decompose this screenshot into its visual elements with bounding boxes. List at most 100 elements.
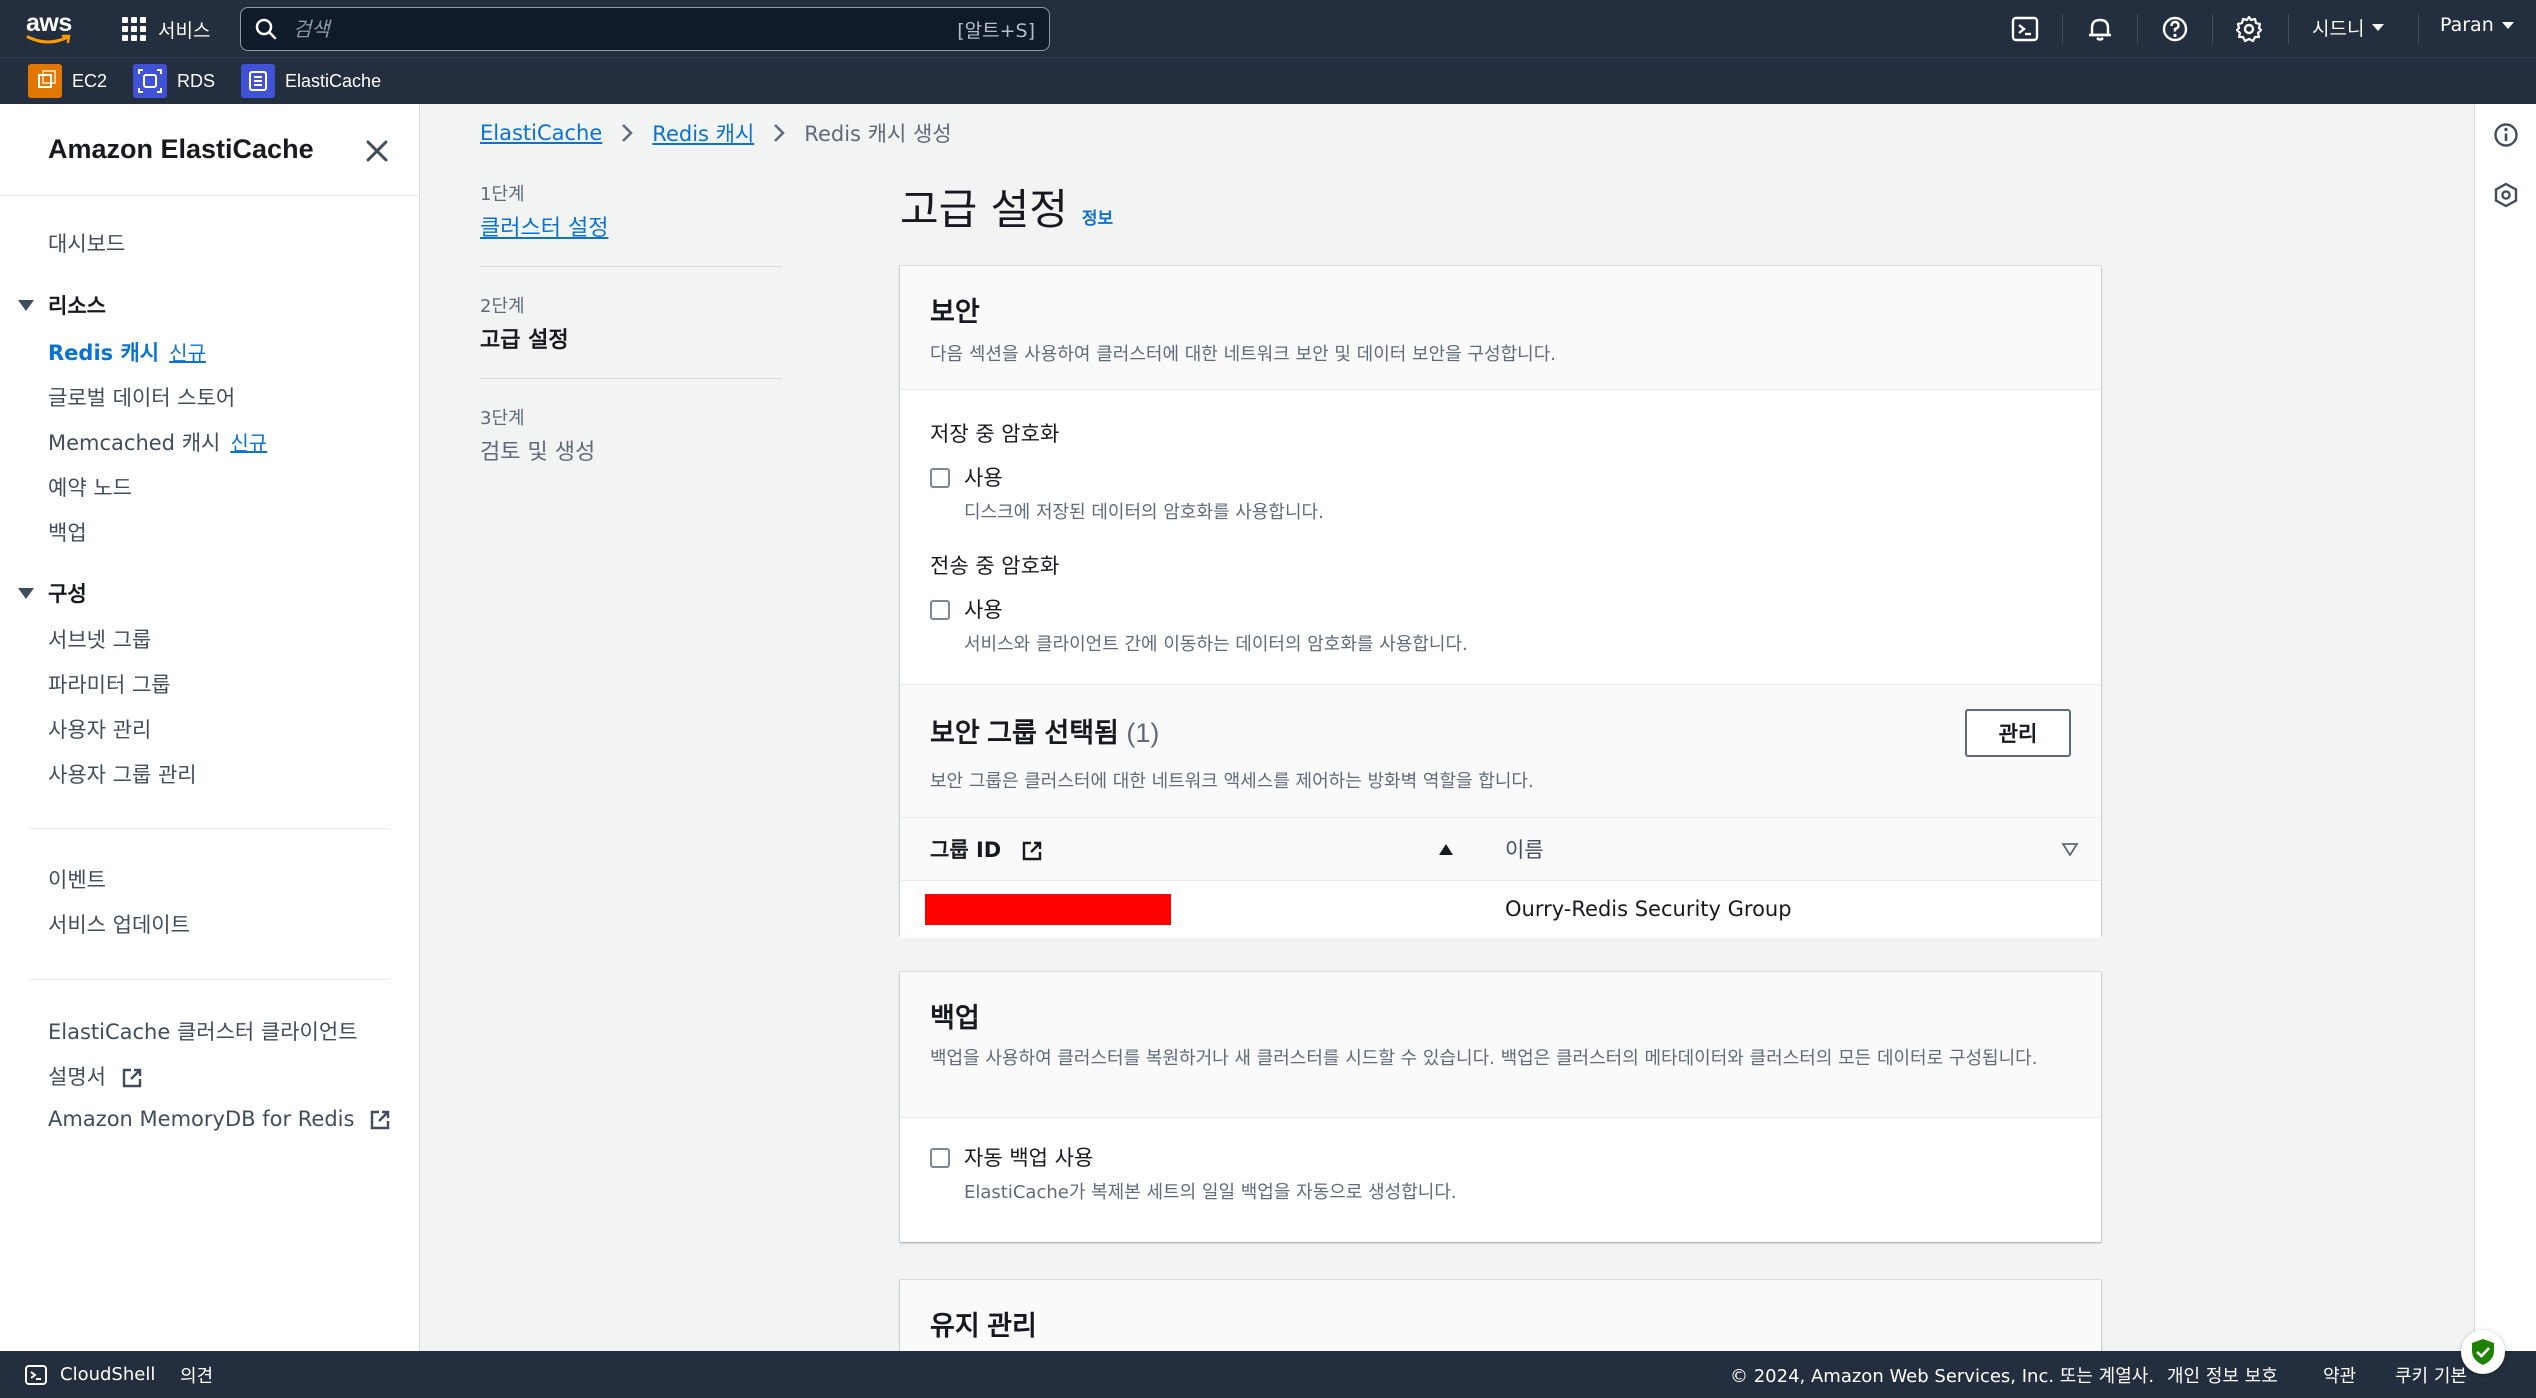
step-2-label: 2단계 — [480, 296, 525, 317]
checkbox-description: ElastiCache가 복제본 세트의 일일 백업을 자동으로 생성합니다. — [964, 1182, 1457, 1203]
security-groups-title: 보안 그룹 선택됨 (1) — [930, 711, 1159, 750]
step-3-review-and-create: 검토 및 생성 — [480, 440, 596, 465]
tools-rail — [2474, 104, 2536, 1351]
new-badge[interactable]: 신규 — [169, 341, 206, 365]
nav-item-global-datastore[interactable]: 글로벌 데이터 스토어 — [48, 382, 235, 412]
security-groups-description: 보안 그룹은 클러스터에 대한 네트워크 액세스를 제어하는 방화벽 역할을 합… — [930, 771, 1534, 792]
sort-ascending-icon[interactable] — [1437, 842, 1455, 856]
favorites-bar: EC2 RDS ElastiCache — [0, 57, 2536, 104]
account-menu[interactable]: Paran — [2440, 14, 2514, 36]
terms-link[interactable]: 약관 — [2323, 1362, 2356, 1388]
cloudshell-icon — [25, 1364, 47, 1385]
privacy-link[interactable]: 개인 정보 보호 — [2167, 1362, 2278, 1388]
nav-item-cluster-client[interactable]: ElastiCache 클러스터 클라이언트 — [48, 1016, 358, 1046]
expand-triangle-icon — [18, 587, 34, 599]
nav-item-events[interactable]: 이벤트 — [48, 864, 106, 894]
checkbox-description: 디스크에 저장된 데이터의 암호화를 사용합니다. — [964, 502, 1324, 523]
breadcrumb-elasticache[interactable]: ElastiCache — [480, 121, 602, 145]
search-input[interactable] — [293, 17, 958, 41]
auto-backup-option[interactable]: 자동 백업 사용 ElastiCache가 복제본 세트의 일일 백업을 자동으… — [930, 1142, 1457, 1204]
search-bar[interactable]: [알트+S] — [240, 7, 1050, 51]
help-icon[interactable] — [2160, 14, 2190, 44]
cookie-preferences-link[interactable]: 쿠키 기본 — [2395, 1362, 2467, 1388]
nav-item-memorydb[interactable]: Amazon MemoryDB for Redis — [48, 1107, 391, 1131]
tutorial-panel-icon[interactable] — [2493, 182, 2519, 208]
checkbox-label: 사용 — [964, 598, 1003, 622]
new-badge[interactable]: 신규 — [230, 431, 267, 455]
nav-section-configurations[interactable]: 구성 — [18, 578, 87, 608]
favorite-label: EC2 — [72, 70, 108, 91]
encryption-in-transit-option[interactable]: 사용 서비스와 클라이언트 간에 이동하는 데이터의 암호화를 사용합니다. — [930, 594, 1468, 656]
notifications-bell-icon[interactable] — [2085, 14, 2115, 44]
external-link-icon — [122, 1068, 141, 1088]
feedback-link[interactable]: 의견 — [180, 1362, 213, 1388]
elasticache-icon — [241, 64, 276, 98]
copyright-text: © 2024, Amazon Web Services, Inc. 또는 계열사… — [1730, 1365, 2155, 1387]
nav-item-memcached-caches[interactable]: Memcached 캐시 신규 — [48, 427, 267, 457]
table-row: Ourry-Redis Security Group — [900, 880, 2101, 938]
favorite-elasticache[interactable]: ElastiCache — [241, 64, 381, 98]
aws-logo-text: aws — [26, 9, 72, 37]
table-header-row: 그룹 ID 이름 — [900, 818, 2101, 881]
sort-icon[interactable] — [2061, 842, 2079, 856]
nav-item-user-management[interactable]: 사용자 관리 — [48, 714, 151, 744]
security-shield-badge[interactable] — [2461, 1330, 2505, 1374]
security-groups-table: 그룹 ID 이름 Ourry-Redis Security Group — [900, 817, 2101, 938]
region-selector[interactable]: 시드니 — [2312, 14, 2385, 41]
backup-panel-header: 백업 백업을 사용하여 클러스터를 복원하거나 새 클러스터를 시드할 수 있습… — [900, 972, 2101, 1118]
cloudshell-icon[interactable] — [2010, 14, 2040, 44]
column-header-group-id[interactable]: 그룹 ID — [900, 818, 1475, 881]
nav-item-parameter-groups[interactable]: 파라미터 그룹 — [48, 669, 171, 699]
nav-item-label: Redis 캐시 — [48, 341, 160, 365]
breadcrumb-redis-caches[interactable]: Redis 캐시 — [652, 118, 754, 148]
nav-item-redis-caches[interactable]: Redis 캐시 신규 — [48, 337, 206, 367]
nav-section-resources[interactable]: 리소스 — [18, 290, 106, 320]
auto-backup-checkbox[interactable] — [930, 1148, 950, 1168]
step-1-cluster-settings-link[interactable]: 클러스터 설정 — [480, 210, 608, 242]
checkbox-label: 사용 — [964, 466, 1003, 490]
cloudshell-button[interactable]: CloudShell — [24, 1363, 155, 1387]
nav-item-documentation[interactable]: 설명서 — [48, 1061, 143, 1091]
side-navigation: Amazon ElastiCache 대시보드 리소스 Redis 캐시 신규 글… — [0, 104, 420, 1351]
aws-logo[interactable]: aws — [26, 10, 76, 46]
nav-item-service-updates[interactable]: 서비스 업데이트 — [48, 909, 190, 939]
manage-security-groups-button[interactable]: 관리 — [1965, 709, 2071, 757]
services-menu-button[interactable]: 서비스 — [122, 12, 210, 46]
nav-title[interactable]: Amazon ElastiCache — [48, 134, 314, 165]
checkbox-description: 서비스와 클라이언트 간에 이동하는 데이터의 암호화를 사용합니다. — [964, 634, 1468, 655]
nav-section-label: 구성 — [48, 582, 87, 606]
encryption-in-transit-field: 전송 중 암호화 사용 서비스와 클라이언트 간에 이동하는 데이터의 암호화를… — [930, 550, 1468, 656]
caret-down-icon — [2372, 24, 2385, 31]
chevron-right-icon — [622, 124, 634, 142]
favorite-rds[interactable]: RDS — [133, 64, 215, 98]
nav-section-label: 리소스 — [48, 294, 106, 318]
security-group-name-cell: Ourry-Redis Security Group — [1505, 897, 1792, 922]
settings-gear-icon[interactable] — [2234, 14, 2264, 44]
breadcrumb-current: Redis 캐시 생성 — [804, 122, 952, 146]
encryption-in-transit-checkbox[interactable] — [930, 600, 950, 620]
encryption-at-rest-option[interactable]: 사용 디스크에 저장된 데이터의 암호화를 사용합니다. — [930, 462, 1324, 524]
nav-divider — [30, 828, 390, 829]
account-label: Paran — [2440, 14, 2494, 36]
column-header-name[interactable]: 이름 — [1475, 818, 2101, 881]
nav-item-backups[interactable]: 백업 — [48, 517, 87, 547]
security-groups-section: 보안 그룹 선택됨 (1) 보안 그룹은 클러스터에 대한 네트워크 액세스를 … — [900, 684, 2101, 938]
nav-item-reserved-nodes[interactable]: 예약 노드 — [48, 472, 132, 502]
page-title: 고급 설정 정보 — [900, 176, 1113, 237]
breadcrumb: ElastiCache Redis 캐시 Redis 캐시 생성 — [480, 118, 952, 148]
step-3-label: 3단계 — [480, 408, 525, 429]
backup-title: 백업 — [930, 1003, 980, 1033]
external-link-icon — [1022, 841, 1041, 860]
ec2-icon — [28, 64, 62, 98]
nav-item-user-group-management[interactable]: 사용자 그룹 관리 — [48, 759, 197, 789]
info-panel-icon[interactable] — [2493, 122, 2519, 148]
close-nav-icon[interactable] — [362, 136, 392, 166]
info-link[interactable]: 정보 — [1082, 204, 1113, 229]
favorite-ec2[interactable]: EC2 — [28, 64, 107, 98]
nav-item-dashboard[interactable]: 대시보드 — [48, 228, 125, 258]
encryption-at-rest-checkbox[interactable] — [930, 468, 950, 488]
cloudshell-label: CloudShell — [60, 1364, 156, 1385]
security-panel: 보안 다음 섹션을 사용하여 클러스터에 대한 네트워크 보안 및 데이터 보안… — [900, 266, 2101, 938]
nav-item-subnet-groups[interactable]: 서브넷 그룹 — [48, 624, 151, 654]
backup-description: 백업을 사용하여 클러스터를 복원하거나 새 클러스터를 시드할 수 있습니다.… — [930, 1048, 2038, 1069]
